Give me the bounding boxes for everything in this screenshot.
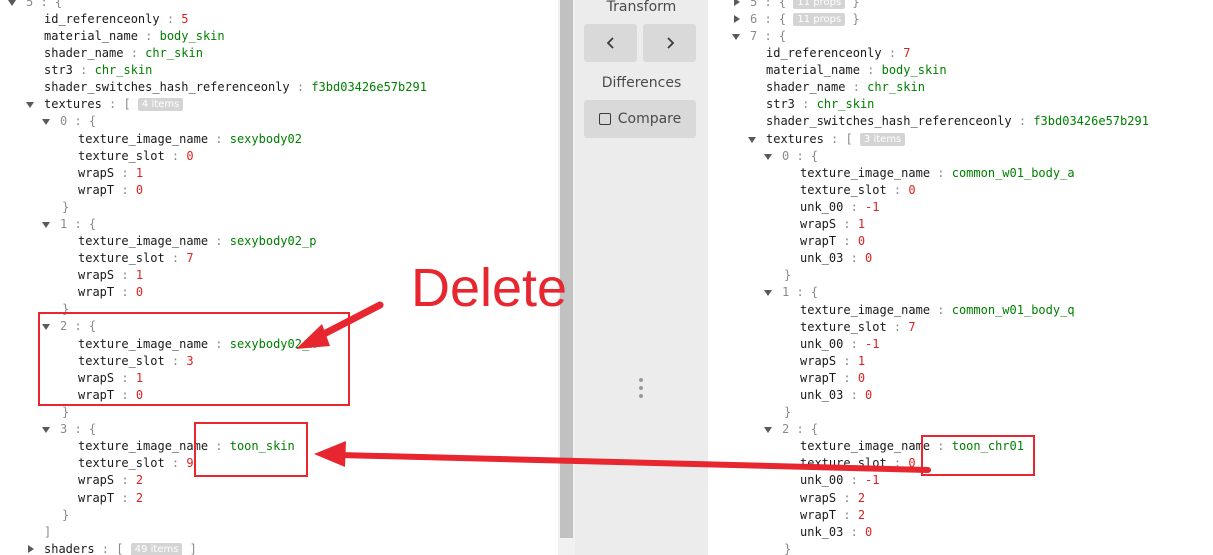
delete-arrow-head-icon bbox=[296, 324, 330, 349]
annotation-arrows bbox=[296, 301, 931, 473]
delete-arrow-line bbox=[316, 301, 384, 340]
copy-arrow-head-icon bbox=[314, 441, 346, 467]
copy-arrow-line bbox=[337, 452, 931, 473]
